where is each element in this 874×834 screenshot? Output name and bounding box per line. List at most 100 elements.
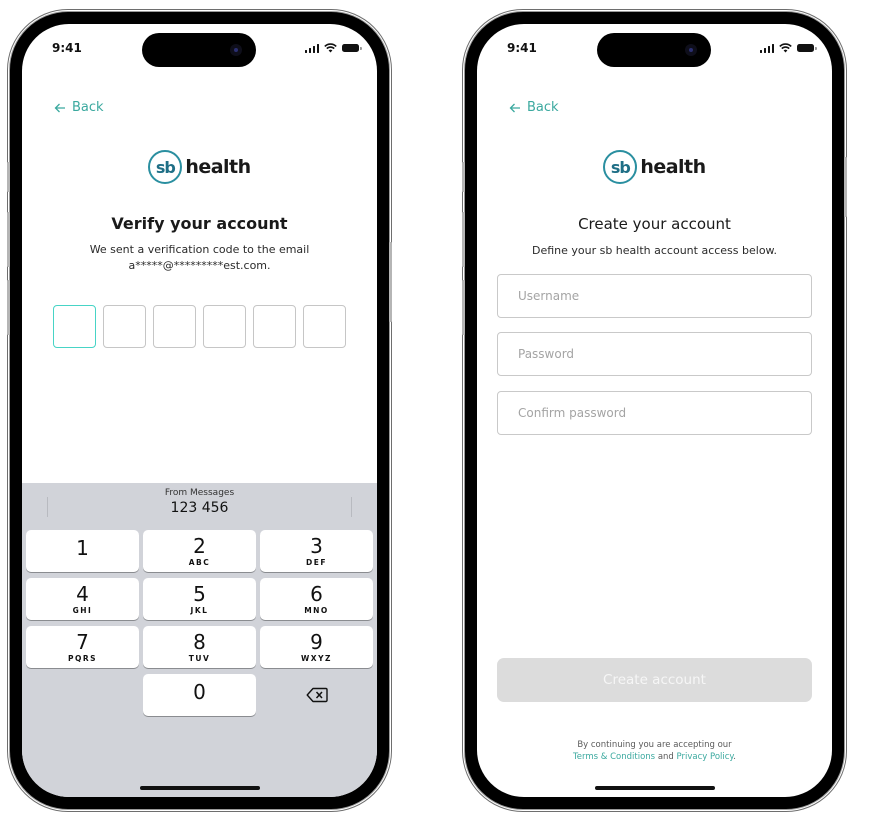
wifi-icon <box>779 43 792 53</box>
key-digit: 6 <box>310 582 323 606</box>
key-letters: WXYZ <box>301 654 332 663</box>
dynamic-island <box>597 33 711 67</box>
battery-icon <box>797 44 817 52</box>
page-title: Verify your account <box>111 214 288 233</box>
logo-mark: sb <box>148 150 183 184</box>
status-time: 9:41 <box>52 41 82 55</box>
key-letters: ABC <box>188 558 211 567</box>
key-digit: 7 <box>76 630 89 654</box>
key-9[interactable]: 9 WXYZ <box>260 626 373 668</box>
status-icons <box>304 43 362 53</box>
key-digit: 0 <box>193 680 206 704</box>
key-digit: 4 <box>76 582 89 606</box>
back-label: Back <box>527 100 559 115</box>
phone-frame-create-account: 9:41 Back sb health Create your account … <box>462 12 847 809</box>
key-letters: MNO <box>304 606 329 615</box>
arrow-left-icon <box>509 103 520 112</box>
side-button-power <box>844 157 847 217</box>
status-time: 9:41 <box>507 41 537 55</box>
key-letters: JKL <box>190 606 209 615</box>
phone-frame-verify: 9:41 Back sb health Verify your account … <box>7 12 392 809</box>
key-2[interactable]: 2 ABC <box>143 530 256 572</box>
key-digit: 5 <box>193 582 206 606</box>
side-button-volume-up <box>462 212 465 267</box>
key-4[interactable]: 4 GHI <box>26 578 139 620</box>
back-button[interactable]: Back <box>54 100 104 115</box>
suggestion-divider <box>351 497 352 517</box>
otp-digit-6[interactable] <box>303 305 346 348</box>
legal-and: and <box>657 752 674 762</box>
legal-notice: By continuing you are accepting our Term… <box>477 739 832 763</box>
back-button[interactable]: Back <box>509 100 559 115</box>
masked-email: a*****@*********est.com. <box>128 259 271 272</box>
logo-wordmark: health <box>185 156 251 178</box>
logo-wordmark: health <box>640 156 706 178</box>
side-button-action <box>462 162 465 192</box>
key-3[interactable]: 3 DEF <box>260 530 373 572</box>
arrow-left-icon <box>54 103 65 112</box>
dynamic-island <box>142 33 256 67</box>
key-digit: 8 <box>193 630 206 654</box>
otp-digit-1[interactable] <box>53 305 96 348</box>
key-digit: 1 <box>76 536 89 560</box>
key-1[interactable]: 1 <box>26 530 139 572</box>
key-letters: TUV <box>188 654 211 663</box>
otp-digit-3[interactable] <box>153 305 196 348</box>
battery-icon <box>342 44 362 52</box>
key-digit: 2 <box>193 534 206 558</box>
key-8[interactable]: 8 TUV <box>143 626 256 668</box>
home-indicator[interactable] <box>594 786 715 790</box>
create-account-button[interactable]: Create account <box>497 658 812 702</box>
suggestion-source: From Messages <box>164 488 235 498</box>
backspace-icon <box>306 687 328 703</box>
back-label: Back <box>72 100 104 115</box>
side-button-volume-down <box>7 280 10 335</box>
key-0[interactable]: 0 <box>143 674 256 716</box>
key-digit: 3 <box>310 534 323 558</box>
cellular-signal-icon <box>759 43 774 53</box>
logo-mark: sb <box>603 150 638 184</box>
side-button-power <box>389 242 392 322</box>
brand-logo: sb health <box>477 150 832 184</box>
key-digit: 9 <box>310 630 323 654</box>
keypad: 1 2 ABC 3 DEF 4 GHI 5 JKL 6 MNO 7 PQRS 8 TUV 9W… <box>26 530 373 716</box>
brand-logo: sb health <box>22 150 377 184</box>
key-letters: DEF <box>306 558 327 567</box>
key-6[interactable]: 6 MNO <box>260 578 373 620</box>
key-7[interactable]: 7 PQRS <box>26 626 139 668</box>
subtitle-line-1: We sent a verification code to the email <box>89 243 310 256</box>
camera-icon <box>685 44 697 56</box>
otp-digit-2[interactable] <box>103 305 146 348</box>
otp-digit-5[interactable] <box>253 305 296 348</box>
verify-screen: 9:41 Back sb health Verify your account … <box>22 24 377 797</box>
suggestion-divider <box>47 497 48 517</box>
key-letters: GHI <box>72 606 93 615</box>
otp-input-group <box>53 305 346 348</box>
home-indicator[interactable] <box>139 786 260 790</box>
page-title: Create your account <box>578 215 731 233</box>
terms-link[interactable]: Terms & Conditions <box>573 752 655 762</box>
key-letters: PQRS <box>67 654 98 663</box>
side-button-action <box>7 162 10 192</box>
suggestion-code: 123 456 <box>170 500 229 516</box>
key-empty <box>26 674 139 716</box>
confirm-password-field[interactable] <box>497 391 812 435</box>
autofill-suggestion[interactable]: From Messages 123 456 <box>22 483 377 527</box>
password-field[interactable] <box>497 332 812 376</box>
side-button-volume-down <box>462 280 465 335</box>
create-account-screen: 9:41 Back sb health Create your account … <box>477 24 832 797</box>
page-subtitle: Define your sb health account access bel… <box>531 244 778 257</box>
otp-digit-4[interactable] <box>203 305 246 348</box>
legal-prefix: By continuing you are accepting our <box>577 740 732 750</box>
numeric-keyboard: From Messages 123 456 1 2 ABC 3 DEF 4 GHI 5… <box>22 483 377 797</box>
status-icons <box>759 43 817 53</box>
camera-icon <box>230 44 242 56</box>
cellular-signal-icon <box>304 43 319 53</box>
key-delete[interactable] <box>260 674 373 716</box>
legal-suffix: . <box>733 752 736 762</box>
key-5[interactable]: 5 JKL <box>143 578 256 620</box>
side-button-volume-up <box>7 212 10 267</box>
wifi-icon <box>324 43 337 53</box>
privacy-link[interactable]: Privacy Policy <box>677 752 734 762</box>
username-field[interactable] <box>497 274 812 318</box>
